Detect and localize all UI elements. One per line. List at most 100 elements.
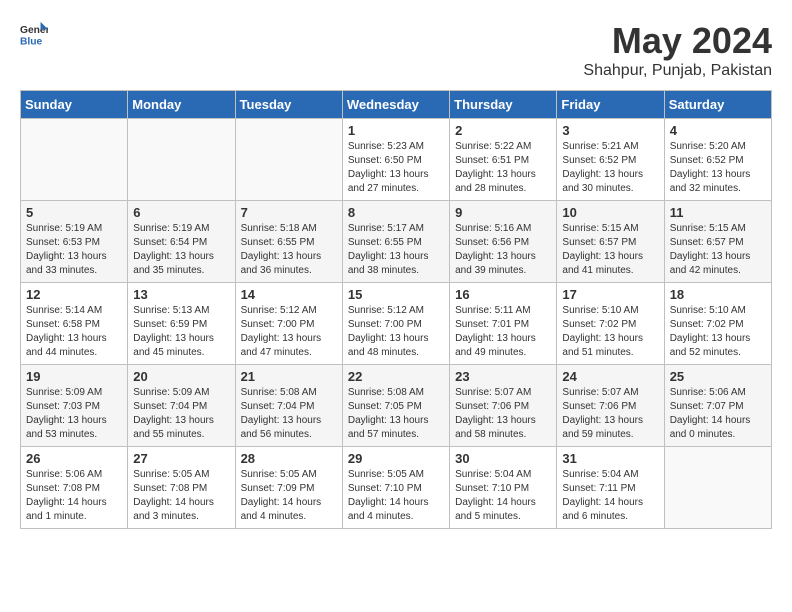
calendar-cell: 6Sunrise: 5:19 AM Sunset: 6:54 PM Daylig… <box>128 201 235 283</box>
calendar-week-3: 12Sunrise: 5:14 AM Sunset: 6:58 PM Dayli… <box>21 283 772 365</box>
calendar-cell: 15Sunrise: 5:12 AM Sunset: 7:00 PM Dayli… <box>342 283 449 365</box>
day-info: Sunrise: 5:05 AM Sunset: 7:08 PM Dayligh… <box>133 468 229 524</box>
calendar-week-2: 5 Sunrise: 5:19 AM Sunset: 6:53 PM Daylig… <box>21 201 772 283</box>
day-number: 11 <box>670 205 766 220</box>
day-number: 19 <box>26 369 122 384</box>
title-block: May 2024 Shahpur, Punjab, Pakistan <box>583 20 772 80</box>
calendar-cell: 2 Sunrise: 5:22 AM Sunset: 6:51 PM Daylig… <box>450 119 557 201</box>
calendar-cell: 13 Sunrise: 5:13 AM Sunset: 6:59 PM Dayli… <box>128 283 235 365</box>
day-info: Sunrise: 5:07 AM Sunset: 7:06 PM Dayligh… <box>455 386 551 442</box>
calendar-cell: 24 Sunrise: 5:07 AM Sunset: 7:06 PM Dayli… <box>557 365 664 447</box>
calendar-week-1: 1Sunrise: 5:23 AM Sunset: 6:50 PM Daylig… <box>21 119 772 201</box>
day-number: 6 <box>133 205 229 220</box>
weekday-friday: Friday <box>557 91 664 119</box>
calendar-cell: 14 Sunrise: 5:12 AM Sunset: 7:00 PM Dayli… <box>235 283 342 365</box>
day-info: Sunrise: 5:07 AM Sunset: 7:06 PM Dayligh… <box>562 386 658 442</box>
weekday-saturday: Saturday <box>664 91 771 119</box>
calendar-cell: 5 Sunrise: 5:19 AM Sunset: 6:53 PM Daylig… <box>21 201 128 283</box>
day-number: 14 <box>241 287 337 302</box>
day-info: Sunrise: 5:04 AM Sunset: 7:10 PM Dayligh… <box>455 468 551 524</box>
day-info: Sunrise: 5:10 AM Sunset: 7:02 PM Dayligh… <box>670 304 766 360</box>
calendar-cell: 16Sunrise: 5:11 AM Sunset: 7:01 PM Dayli… <box>450 283 557 365</box>
calendar-cell: 3 Sunrise: 5:21 AM Sunset: 6:52 PM Daylig… <box>557 119 664 201</box>
calendar-cell: 26 Sunrise: 5:06 AM Sunset: 7:08 PM Dayli… <box>21 447 128 529</box>
calendar-cell: 23 Sunrise: 5:07 AM Sunset: 7:06 PM Dayli… <box>450 365 557 447</box>
day-info: Sunrise: 5:17 AM Sunset: 6:55 PM Dayligh… <box>348 222 444 278</box>
day-info: Sunrise: 5:09 AM Sunset: 7:03 PM Dayligh… <box>26 386 122 442</box>
calendar-cell: 10 Sunrise: 5:15 AM Sunset: 6:57 PM Dayli… <box>557 201 664 283</box>
day-info: Sunrise: 5:20 AM Sunset: 6:52 PM Dayligh… <box>670 140 766 196</box>
day-number: 31 <box>562 451 658 466</box>
day-number: 17 <box>562 287 658 302</box>
day-info: Sunrise: 5:05 AM Sunset: 7:09 PM Dayligh… <box>241 468 337 524</box>
day-number: 7 <box>241 205 337 220</box>
calendar-cell: 18 Sunrise: 5:10 AM Sunset: 7:02 PM Dayli… <box>664 283 771 365</box>
day-info: Sunrise: 5:04 AM Sunset: 7:11 PM Dayligh… <box>562 468 658 524</box>
day-number: 1 <box>348 123 444 138</box>
day-info: Sunrise: 5:06 AM Sunset: 7:07 PM Dayligh… <box>670 386 766 442</box>
calendar-cell: 20 Sunrise: 5:09 AM Sunset: 7:04 PM Dayli… <box>128 365 235 447</box>
calendar-cell: 19 Sunrise: 5:09 AM Sunset: 7:03 PM Dayli… <box>21 365 128 447</box>
weekday-wednesday: Wednesday <box>342 91 449 119</box>
day-info: Sunrise: 5:18 AM Sunset: 6:55 PM Dayligh… <box>241 222 337 278</box>
calendar-cell <box>21 119 128 201</box>
day-number: 24 <box>562 369 658 384</box>
day-info: Sunrise: 5:21 AM Sunset: 6:52 PM Dayligh… <box>562 140 658 196</box>
day-number: 13 <box>133 287 229 302</box>
day-info: Sunrise: 5:12 AM Sunset: 7:00 PM Dayligh… <box>241 304 337 360</box>
calendar-cell: 30 Sunrise: 5:04 AM Sunset: 7:10 PM Dayli… <box>450 447 557 529</box>
logo: General Blue <box>20 20 48 48</box>
day-number: 2 <box>455 123 551 138</box>
day-info: Sunrise: 5:08 AM Sunset: 7:05 PM Dayligh… <box>348 386 444 442</box>
day-info: Sunrise: 5:19 AM Sunset: 6:53 PM Dayligh… <box>26 222 122 278</box>
day-number: 30 <box>455 451 551 466</box>
calendar-cell <box>664 447 771 529</box>
calendar-cell <box>128 119 235 201</box>
day-info: Sunrise: 5:06 AM Sunset: 7:08 PM Dayligh… <box>26 468 122 524</box>
day-number: 10 <box>562 205 658 220</box>
calendar-cell: 22 Sunrise: 5:08 AM Sunset: 7:05 PM Dayli… <box>342 365 449 447</box>
calendar-cell: 4 Sunrise: 5:20 AM Sunset: 6:52 PM Daylig… <box>664 119 771 201</box>
day-number: 18 <box>670 287 766 302</box>
day-info: Sunrise: 5:09 AM Sunset: 7:04 PM Dayligh… <box>133 386 229 442</box>
calendar-cell: 8 Sunrise: 5:17 AM Sunset: 6:55 PM Daylig… <box>342 201 449 283</box>
day-info: Sunrise: 5:16 AM Sunset: 6:56 PM Dayligh… <box>455 222 551 278</box>
day-number: 23 <box>455 369 551 384</box>
logo-icon: General Blue <box>20 20 48 48</box>
day-info: Sunrise: 5:10 AM Sunset: 7:02 PM Dayligh… <box>562 304 658 360</box>
calendar-cell: 7 Sunrise: 5:18 AM Sunset: 6:55 PM Daylig… <box>235 201 342 283</box>
weekday-header-row: SundayMondayTuesdayWednesdayThursdayFrid… <box>21 91 772 119</box>
day-number: 3 <box>562 123 658 138</box>
header: General Blue May 2024 Shahpur, Punjab, P… <box>20 20 772 80</box>
calendar-cell: 17 Sunrise: 5:10 AM Sunset: 7:02 PM Dayli… <box>557 283 664 365</box>
calendar-cell: 21Sunrise: 5:08 AM Sunset: 7:04 PM Dayli… <box>235 365 342 447</box>
day-info: Sunrise: 5:14 AM Sunset: 6:58 PM Dayligh… <box>26 304 122 360</box>
day-number: 5 <box>26 205 122 220</box>
day-number: 20 <box>133 369 229 384</box>
calendar-cell: 11 Sunrise: 5:15 AM Sunset: 6:57 PM Dayli… <box>664 201 771 283</box>
weekday-tuesday: Tuesday <box>235 91 342 119</box>
day-number: 25 <box>670 369 766 384</box>
day-number: 27 <box>133 451 229 466</box>
day-info: Sunrise: 5:22 AM Sunset: 6:51 PM Dayligh… <box>455 140 551 196</box>
day-number: 8 <box>348 205 444 220</box>
svg-text:Blue: Blue <box>20 36 43 47</box>
day-info: Sunrise: 5:15 AM Sunset: 6:57 PM Dayligh… <box>562 222 658 278</box>
calendar-week-4: 19 Sunrise: 5:09 AM Sunset: 7:03 PM Dayli… <box>21 365 772 447</box>
calendar-cell: 31 Sunrise: 5:04 AM Sunset: 7:11 PM Dayli… <box>557 447 664 529</box>
day-info: Sunrise: 5:15 AM Sunset: 6:57 PM Dayligh… <box>670 222 766 278</box>
day-number: 4 <box>670 123 766 138</box>
main-title: May 2024 <box>583 20 772 62</box>
calendar-cell <box>235 119 342 201</box>
day-number: 21 <box>241 369 337 384</box>
calendar-cell: 29Sunrise: 5:05 AM Sunset: 7:10 PM Dayli… <box>342 447 449 529</box>
calendar-cell: 28Sunrise: 5:05 AM Sunset: 7:09 PM Dayli… <box>235 447 342 529</box>
day-info: Sunrise: 5:13 AM Sunset: 6:59 PM Dayligh… <box>133 304 229 360</box>
sub-title: Shahpur, Punjab, Pakistan <box>583 62 772 80</box>
day-number: 22 <box>348 369 444 384</box>
day-number: 26 <box>26 451 122 466</box>
calendar-cell: 12Sunrise: 5:14 AM Sunset: 6:58 PM Dayli… <box>21 283 128 365</box>
calendar-cell: 9Sunrise: 5:16 AM Sunset: 6:56 PM Daylig… <box>450 201 557 283</box>
weekday-monday: Monday <box>128 91 235 119</box>
calendar-week-5: 26 Sunrise: 5:06 AM Sunset: 7:08 PM Dayli… <box>21 447 772 529</box>
